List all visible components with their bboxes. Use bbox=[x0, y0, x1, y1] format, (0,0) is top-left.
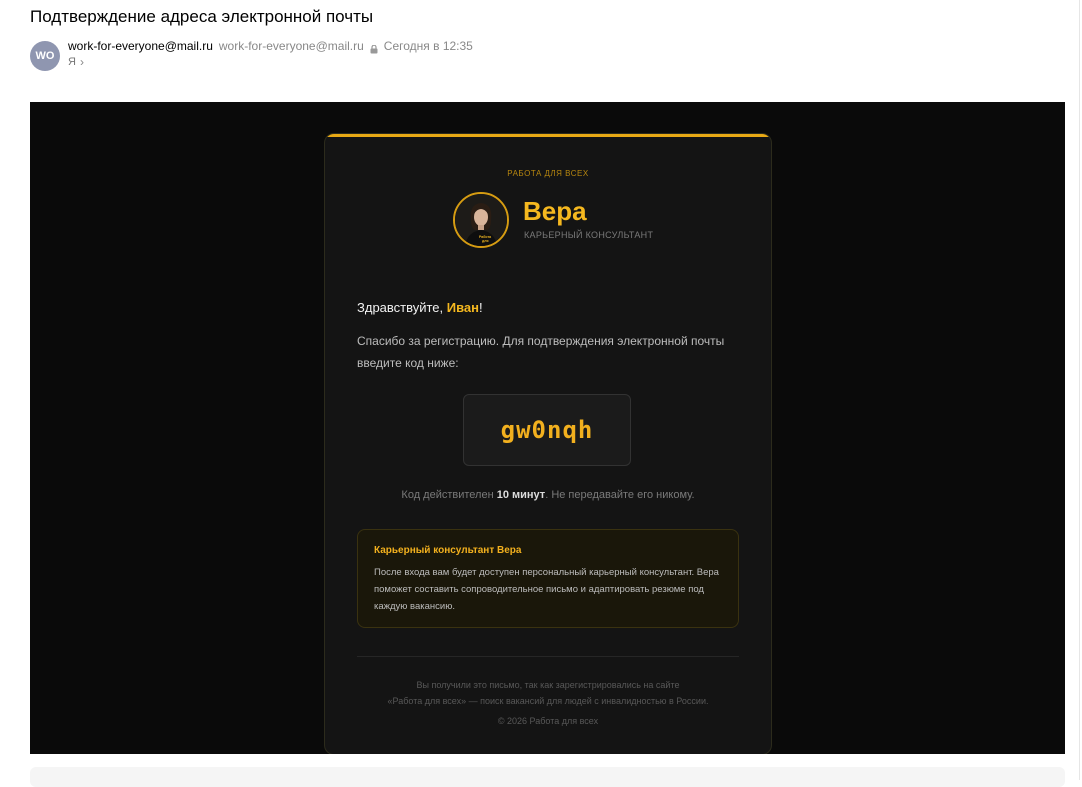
validity-suffix: . Не передавайте его никому. bbox=[545, 489, 695, 501]
lock-icon bbox=[370, 43, 378, 53]
svg-text:для: для bbox=[482, 239, 489, 243]
greeting-suffix: ! bbox=[479, 300, 483, 315]
scrollbar-track[interactable] bbox=[1079, 0, 1080, 780]
footer-line-1: Вы получили это письмо, так как зарегист… bbox=[416, 680, 680, 690]
sender-avatar[interactable]: WO bbox=[30, 41, 60, 71]
user-name: Иван bbox=[446, 300, 480, 315]
assistant-role: КАРЬЕРНЫЙ КОНСУЛЬТАНТ bbox=[524, 230, 654, 240]
footer-copyright: © 2026 Работа для всех bbox=[497, 716, 599, 726]
validity-duration: 10 минут bbox=[496, 489, 546, 501]
chevron-right-icon[interactable]: › bbox=[80, 55, 84, 69]
sender-name[interactable]: work-for-everyone@mail.ru bbox=[68, 39, 213, 53]
validity-note: Код действителен 10 минут. Не передавайт… bbox=[325, 489, 771, 501]
greeting: Здравствуйте, Иван! bbox=[357, 300, 483, 315]
recipient-name[interactable]: Я bbox=[68, 56, 76, 68]
recipient-line[interactable]: Я › bbox=[68, 55, 84, 69]
validity-prefix: Код действителен bbox=[401, 489, 497, 501]
email-date: Сегодня в 12:35 bbox=[383, 39, 473, 53]
assistant-name: Вера bbox=[523, 196, 587, 226]
brand-label: РАБОТА ДЛЯ ВСЕХ bbox=[507, 169, 589, 178]
greeting-prefix: Здравствуйте, bbox=[357, 300, 447, 315]
consultant-text: После входа вам будет доступен персональ… bbox=[374, 567, 719, 612]
email-body-frame: РАБОТА ДЛЯ ВСЕХ Работа для Вера КАРЬЕРНЫ… bbox=[30, 102, 1065, 754]
sender-line: work-for-everyone@mail.ru work-for-every… bbox=[68, 39, 473, 53]
intro-text: Спасибо за регистрацию. Для подтверждени… bbox=[357, 334, 725, 370]
email-subject: Подтверждение адреса электронной почты bbox=[30, 7, 374, 26]
card-accent-bar bbox=[325, 134, 771, 137]
email-card: РАБОТА ДЛЯ ВСЕХ Работа для Вера КАРЬЕРНЫ… bbox=[324, 133, 772, 754]
reply-toolbar[interactable] bbox=[30, 767, 1065, 787]
sender-email[interactable]: work-for-everyone@mail.ru bbox=[219, 39, 364, 53]
footer-line-2: «Работа для всех» — поиск вакансий для л… bbox=[387, 696, 709, 706]
consultant-info-box: Карьерный консультант Вера После входа в… bbox=[357, 529, 739, 628]
consultant-title: Карьерный консультант Вера bbox=[374, 545, 522, 556]
assistant-logo-icon: Работа для bbox=[453, 192, 509, 248]
footer-divider bbox=[357, 656, 739, 657]
verification-code[interactable]: gw0nqh bbox=[463, 394, 631, 466]
